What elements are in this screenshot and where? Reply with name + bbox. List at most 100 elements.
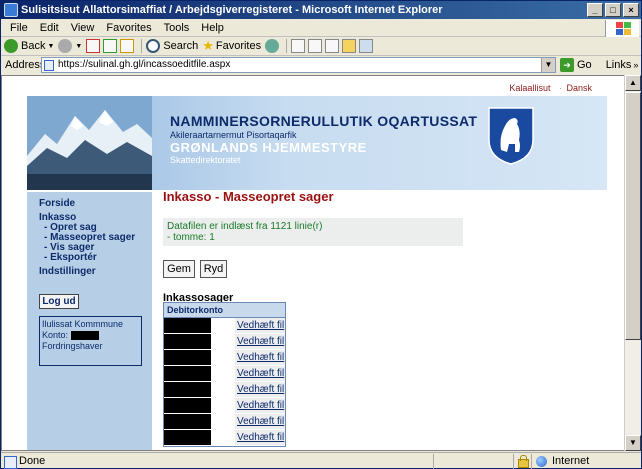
browser-window: Sulisitsisut Allattorsimaffiat / Arbejds… — [0, 0, 642, 469]
title-bar: Sulisitsisut Allattorsimaffiat / Arbejds… — [1, 1, 641, 19]
table-row: Vedhæft fil — [164, 334, 285, 350]
address-label: Address — [5, 59, 46, 71]
scroll-up-button[interactable]: ▲ — [625, 75, 641, 91]
ie-icon — [4, 3, 18, 17]
page-title: Inkasso - Masseopret sager — [163, 189, 334, 204]
folder-icon[interactable] — [342, 39, 357, 53]
favorites-button[interactable]: ★ Favorites — [202, 38, 261, 54]
table-row: Vedhæft fil — [164, 318, 285, 334]
banner-title-da: GRØNLANDS HJEMMESTYRE — [170, 140, 367, 155]
window-title: Sulisitsisut Allattorsimaffiat / Arbejds… — [21, 4, 443, 16]
redacted-debtor-account — [164, 334, 211, 349]
lang-kalaallisut[interactable]: Kalaallisut — [509, 83, 550, 93]
menu-file[interactable]: File — [5, 22, 35, 34]
media-icon[interactable] — [265, 39, 280, 53]
banner-subtitle-da: Skattedirektoratet — [170, 155, 241, 165]
table-row: Vedhæft fil — [164, 382, 285, 398]
table-row: Vedhæft fil — [164, 414, 285, 430]
menu-view[interactable]: View — [66, 22, 102, 34]
go-arrow-icon: ➜ — [560, 58, 574, 72]
redacted-account-number — [70, 331, 99, 341]
status-bar: Done Internet — [1, 452, 641, 469]
lang-dansk[interactable]: Dansk — [566, 83, 592, 93]
chevron-right-icon[interactable]: » — [633, 60, 638, 70]
links-button[interactable]: Links — [606, 59, 632, 71]
save-button[interactable]: Gem — [163, 260, 195, 278]
redacted-debtor-account — [164, 430, 211, 445]
chevron-down-icon: ▼ — [47, 42, 55, 50]
table-row: Vedhæft fil — [164, 398, 285, 414]
redacted-debtor-account — [164, 414, 211, 429]
table-row: Vedhæft fil — [164, 366, 285, 382]
home-icon[interactable] — [120, 39, 135, 53]
account-role: Fordringshaver — [42, 341, 103, 351]
language-switch: Kalaallisut · Dansk — [509, 83, 592, 93]
lock-icon — [513, 453, 531, 469]
menu-bar: File Edit View Favorites Tools Help — [1, 20, 641, 37]
close-button[interactable]: × — [623, 3, 639, 17]
nav-eksporter[interactable]: - Eksportér — [44, 252, 97, 263]
attach-file-link[interactable]: Vedhæft fil — [237, 432, 284, 443]
scroll-thumb[interactable] — [625, 92, 641, 340]
logout-button[interactable]: Log ud — [39, 294, 79, 309]
star-icon: ★ — [202, 38, 214, 53]
redacted-debtor-account — [164, 350, 211, 365]
attach-file-link[interactable]: Vedhæft fil — [237, 416, 284, 427]
redacted-debtor-account — [164, 382, 211, 397]
toolbar-separator — [141, 39, 143, 53]
address-dropdown-button[interactable]: ▼ — [541, 58, 555, 72]
vertical-scrollbar[interactable]: ▲ ▼ — [624, 75, 641, 451]
edit-icon[interactable] — [325, 39, 340, 53]
import-status-message: Datafilen er indlæst fra 1121 linie(r) -… — [163, 218, 463, 246]
redacted-debtor-account — [164, 366, 211, 381]
scroll-down-button[interactable]: ▼ — [625, 435, 641, 451]
table-row: Vedhæft fil — [164, 430, 285, 446]
address-bar: Address https://sulinal.gh.gl/incassoedi… — [1, 56, 641, 74]
toolbar-separator — [286, 39, 288, 53]
page-icon — [44, 60, 54, 71]
messenger-icon[interactable] — [359, 39, 374, 53]
account-box: Ilulissat Kommmune Konto: Fordringshaver — [39, 316, 142, 366]
menu-edit[interactable]: Edit — [35, 22, 66, 34]
minimize-button[interactable]: _ — [587, 3, 603, 17]
status-text: Done — [1, 455, 433, 469]
refresh-icon[interactable] — [103, 39, 118, 53]
nav-forside[interactable]: Forside — [39, 198, 75, 209]
nav-indstillinger[interactable]: Indstillinger — [39, 266, 96, 277]
back-arrow-icon — [4, 39, 18, 53]
column-header-debitorkonto: Debitorkonto — [164, 303, 285, 318]
maximize-button[interactable]: □ — [605, 3, 621, 17]
attach-file-link[interactable]: Vedhæft fil — [237, 320, 284, 331]
attach-file-link[interactable]: Vedhæft fil — [237, 368, 284, 379]
forward-arrow-icon — [58, 39, 73, 53]
menu-help[interactable]: Help — [196, 22, 231, 34]
address-input[interactable]: https://sulinal.gh.gl/incassoeditfile.as… — [41, 57, 556, 73]
clear-button[interactable]: Ryd — [200, 260, 227, 278]
stop-icon[interactable] — [86, 39, 101, 53]
menu-tools[interactable]: Tools — [159, 22, 197, 34]
search-button[interactable]: Search — [146, 39, 198, 53]
windows-logo-icon — [605, 20, 639, 37]
menu-favorites[interactable]: Favorites — [101, 22, 158, 34]
print-icon[interactable] — [308, 39, 323, 53]
table-row: Vedhæft fil — [164, 350, 285, 366]
attach-file-link[interactable]: Vedhæft fil — [237, 400, 284, 411]
attach-file-link[interactable]: Vedhæft fil — [237, 384, 284, 395]
sidebar: Forside Inkasso - Opret sag - Masseopret… — [27, 192, 152, 450]
header-banner: NAMMINERSORNERULLUTIK OQARTUSSAT Akilera… — [27, 96, 607, 190]
attach-file-link[interactable]: Vedhæft fil — [237, 336, 284, 347]
mail-icon[interactable] — [291, 39, 306, 53]
back-button[interactable]: Back ▼ — [4, 39, 54, 53]
polar-bear-crest-icon — [488, 107, 534, 165]
window-controls: _ □ × — [587, 3, 639, 17]
chevron-down-icon: ▼ — [75, 42, 83, 50]
attach-file-link[interactable]: Vedhæft fil — [237, 352, 284, 363]
search-icon — [146, 39, 161, 53]
address-url: https://sulinal.gh.gl/incassoeditfile.as… — [58, 59, 231, 70]
banner-title-kl: NAMMINERSORNERULLUTIK OQARTUSSAT — [170, 113, 478, 129]
go-button[interactable]: ➜ Go — [560, 58, 592, 72]
forward-button[interactable]: ▼ — [58, 39, 82, 53]
redacted-debtor-account — [164, 398, 211, 413]
cases-table: Debitorkonto Vedhæft fil Vedhæft fil Ved… — [163, 302, 286, 447]
toolbar: Back ▼ ▼ Search ★ Favorites — [1, 37, 641, 56]
